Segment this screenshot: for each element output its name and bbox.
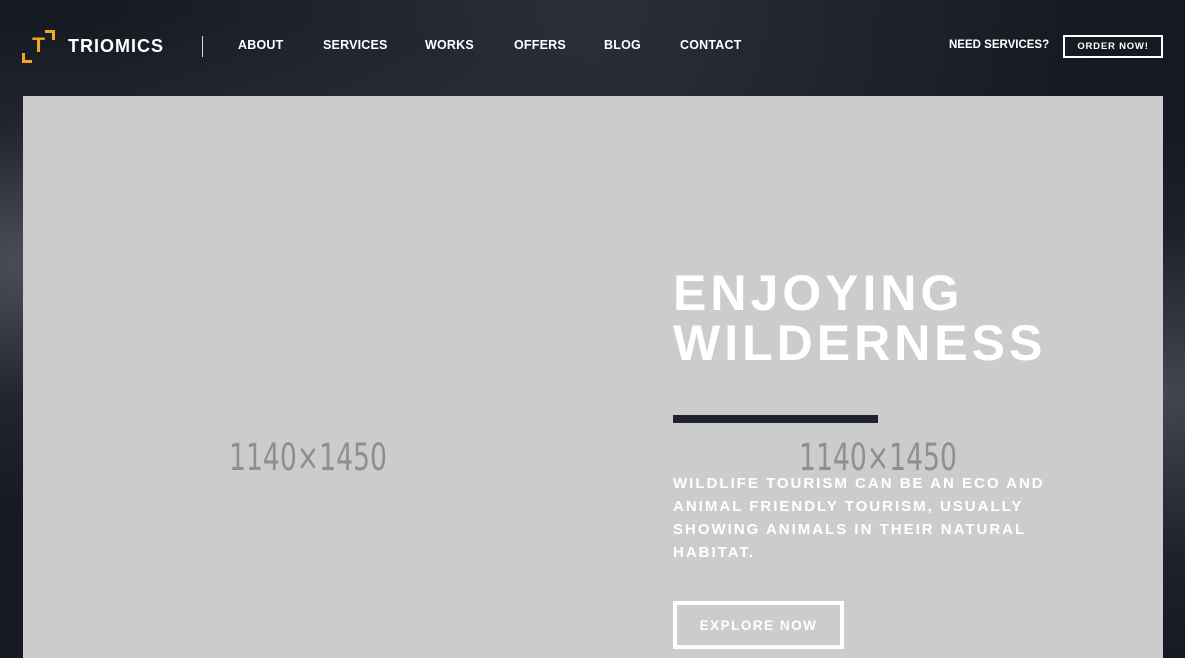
order-now-button[interactable]: ORDER NOW! [1063, 35, 1163, 58]
need-services-text: NEED SERVICES? [949, 39, 1050, 51]
header-divider [202, 36, 203, 57]
hero-title: ENJOYING WILDERNESS [673, 268, 1046, 368]
hero-title-line1: ENJOYING [673, 265, 964, 321]
nav-item-blog[interactable]: BLOG [604, 38, 641, 52]
hero-divider-bar [673, 415, 878, 423]
image-placeholder-label: 1140×1450 [229, 436, 387, 479]
site-header: T TRIOMICS ABOUT SERVICES WORKS OFFERS B… [0, 0, 1185, 92]
explore-now-button[interactable]: EXPLORE NOW [673, 601, 844, 649]
nav-item-about[interactable]: ABOUT [238, 38, 283, 52]
logo-letter: T [32, 34, 45, 57]
nav-item-contact[interactable]: CONTACT [680, 38, 742, 52]
hero-description: WILDLIFE TOURISM CAN BE AN ECO AND ANIMA… [673, 475, 1045, 561]
hero-title-line2: WILDERNESS [673, 315, 1047, 371]
nav-item-offers[interactable]: OFFERS [514, 38, 566, 52]
nav-item-services[interactable]: SERVICES [323, 38, 388, 52]
logo-icon: T [22, 30, 55, 63]
nav-item-works[interactable]: WORKS [425, 38, 474, 52]
logo[interactable]: T TRIOMICS [22, 30, 164, 63]
hero-section: 1140×1450 1140×1450 ENJOYING WILDERNESS … [23, 96, 1163, 658]
brand-name: TRIOMICS [68, 36, 164, 56]
